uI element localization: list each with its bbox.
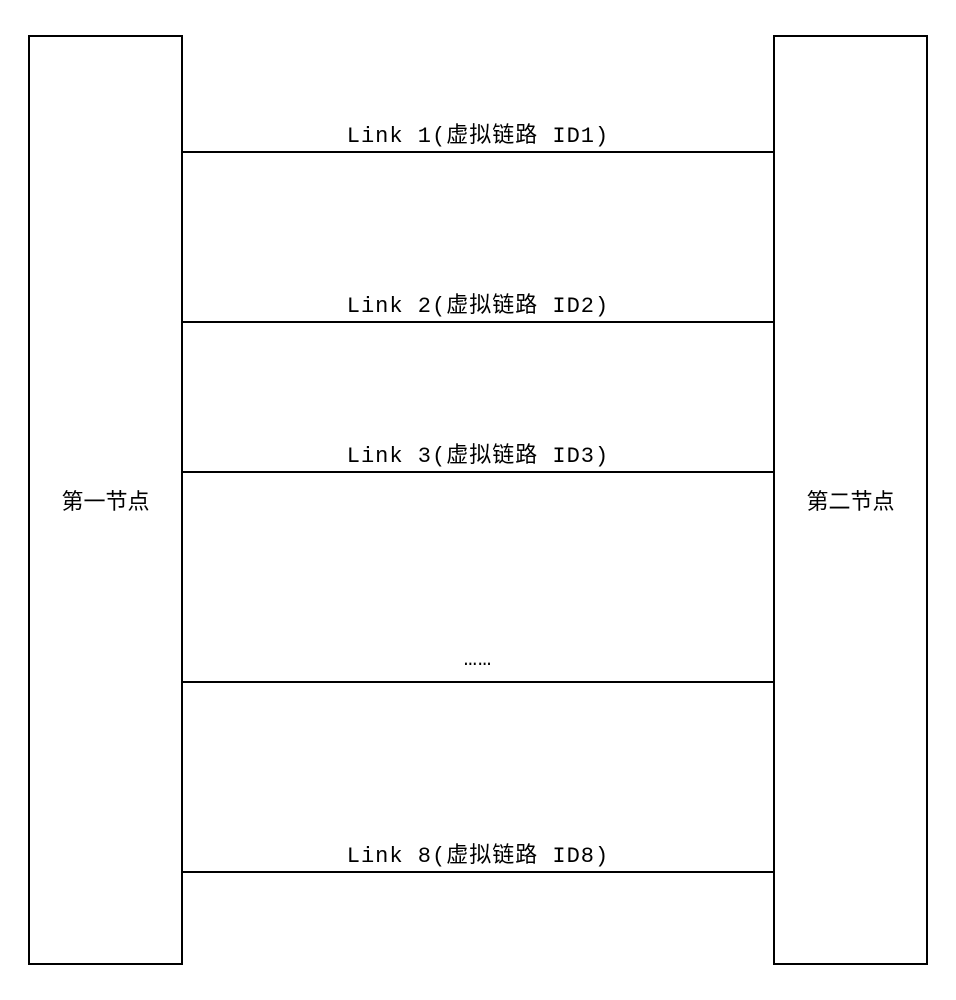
first-node-label: 第一节点 <box>61 484 149 516</box>
second-node-label: 第二节点 <box>806 484 894 516</box>
link-3-label: Link 3(虚拟链路 ID3) <box>183 437 773 469</box>
link-2-label: Link 2(虚拟链路 ID2) <box>183 287 773 319</box>
link-1-label: Link 1(虚拟链路 ID1) <box>183 117 773 149</box>
link-1-line <box>183 151 773 153</box>
link-2-line <box>183 321 773 323</box>
link-ellipsis-label: …… <box>183 647 773 672</box>
network-diagram: 第一节点 第二节点 Link 1(虚拟链路 ID1) Link 2(虚拟链路 I… <box>28 35 928 965</box>
link-8-label: Link 8(虚拟链路 ID8) <box>183 837 773 869</box>
first-node: 第一节点 <box>28 35 183 965</box>
link-3-line <box>183 471 773 473</box>
link-ellipsis-line <box>183 681 773 683</box>
link-8-line <box>183 871 773 873</box>
second-node: 第二节点 <box>773 35 928 965</box>
